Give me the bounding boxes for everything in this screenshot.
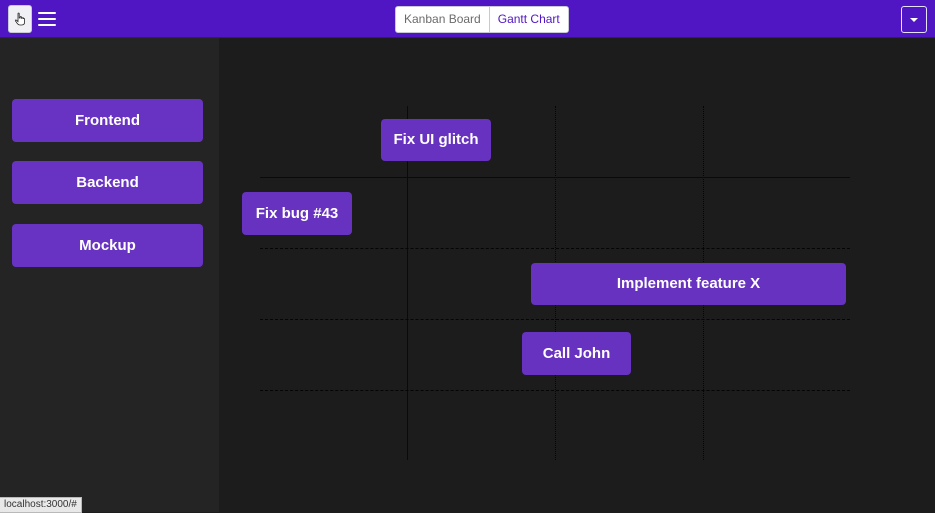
sidebar-item-frontend[interactable]: Frontend: [12, 99, 203, 142]
task-fix-ui-glitch[interactable]: Fix UI glitch: [381, 119, 491, 161]
task-implement-feature-x[interactable]: Implement feature X: [531, 263, 846, 305]
caret-down-icon: [910, 17, 918, 22]
task-call-john[interactable]: Call John: [522, 332, 631, 375]
view-toggle: Kanban Board Gantt Chart: [395, 6, 569, 33]
tab-gantt-chart[interactable]: Gantt Chart: [488, 7, 568, 32]
gantt-grid-hline: [260, 177, 850, 178]
status-bar-url: localhost:3000/#: [0, 497, 82, 513]
gantt-chart-area: Fix UI glitch Fix bug #43 Implement feat…: [219, 38, 935, 512]
sidebar: Frontend Backend Mockup: [0, 38, 219, 512]
pointer-tool-button[interactable]: [8, 5, 32, 33]
gantt-grid-hline: [260, 319, 850, 320]
top-toolbar: Kanban Board Gantt Chart: [0, 0, 935, 38]
hand-pointer-icon: [14, 12, 25, 26]
task-fix-bug-43[interactable]: Fix bug #43: [242, 192, 352, 235]
hamburger-menu-icon[interactable]: [38, 9, 56, 29]
tab-kanban-board[interactable]: Kanban Board: [396, 7, 489, 32]
sidebar-item-backend[interactable]: Backend: [12, 161, 203, 204]
dropdown-button[interactable]: [901, 6, 927, 33]
sidebar-item-mockup[interactable]: Mockup: [12, 224, 203, 267]
gantt-grid-hline: [260, 248, 850, 249]
gantt-grid-hline: [260, 390, 850, 391]
